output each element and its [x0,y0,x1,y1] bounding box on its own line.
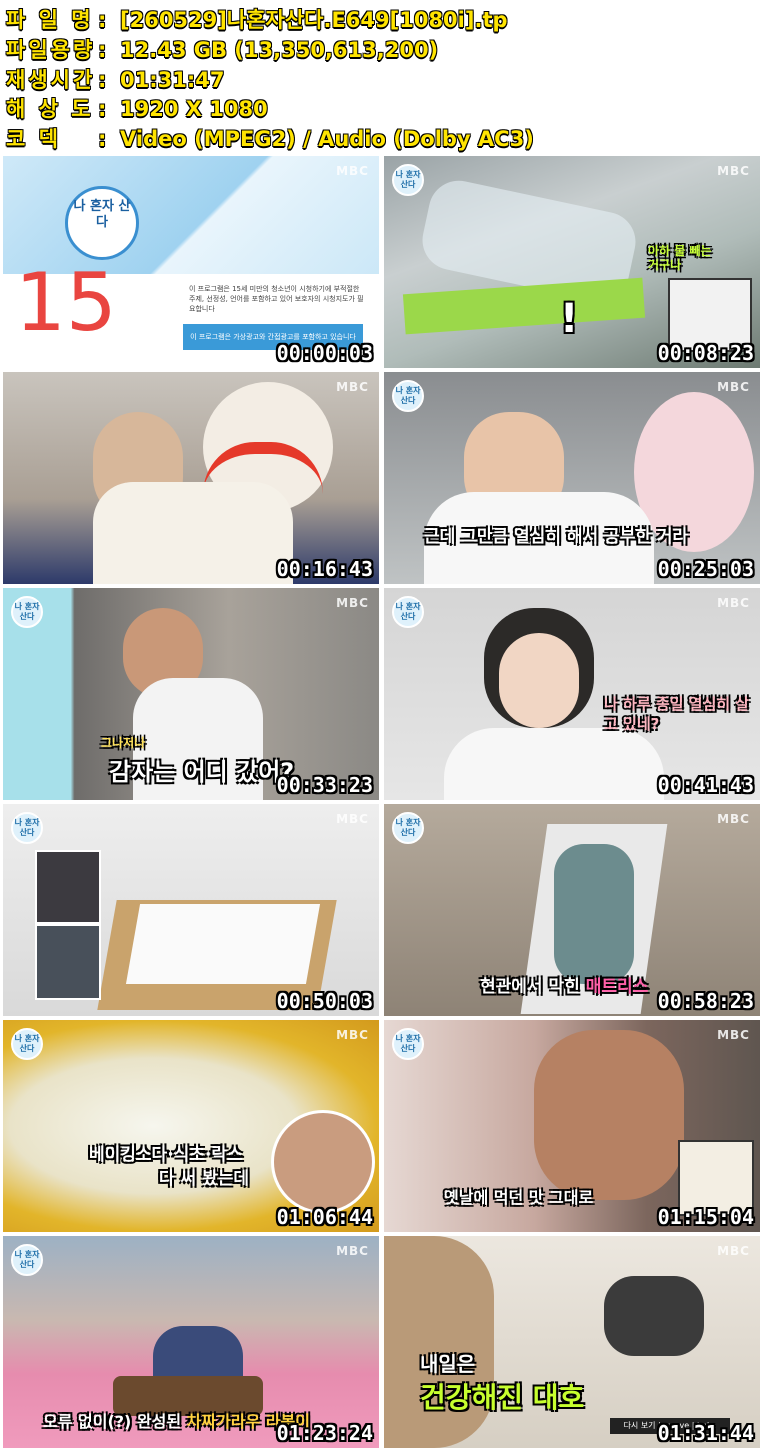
show-logo-badge: 나 혼자 산다 [11,812,43,844]
show-logo-badge: 나 혼자 산다 [392,380,424,412]
mbc-logo: MBC [717,380,750,394]
duration-value: 01:31:47 [120,68,225,92]
thumbnail-8[interactable]: 나 혼자 산다 현관에서 막힌 매트리스 MBC 00:58:23 [384,804,760,1016]
show-logo-badge: 나 혼자 산다 [392,1028,424,1060]
timestamp: 00:25:03 [657,557,754,581]
exclamation-caption: ! [560,296,579,342]
thumbnail-9[interactable]: 나 혼자 산다 베이킹소다·식초·락스 다 써 봤는데 MBC 01:06:44 [3,1020,379,1232]
colon: : [98,38,107,62]
mbc-logo: MBC [336,812,369,826]
codec-value: Video (MPEG2) / Audio (Dolby AC3) [120,127,534,151]
thumbnail-2[interactable]: 나 혼자 산다 아하 물 빼는 거구나 ! MBC 00:08:23 [384,156,760,368]
thumbnail-grid: 나 혼자 산다 15 이 프로그램은 15세 미만의 청소년이 시청하기에 부적… [3,156,763,1448]
timestamp: 01:06:44 [276,1205,373,1229]
timestamp: 00:58:23 [657,989,754,1013]
thumbnail-12[interactable]: 내일은 건강해진 대호 다시 보기 | wavve | imbc MBC 01:… [384,1236,760,1448]
duration-row: 재생시간:01:31:47 [6,64,224,92]
mbc-logo: MBC [717,164,750,178]
file-size-value: 12.43 GB (13,350,613,200) [120,38,439,62]
subtitle: 나 하루 종일 열심히 살고 있네? [604,695,750,733]
rating-notice: 이 프로그램은 15세 미만의 청소년이 시청하기에 부적절한 주제, 선정성,… [189,285,364,313]
subtitle-part-1: 오류 없이(?) 완성된 [43,1412,187,1431]
resolution-row: 해 상 도:1920 X 1080 [6,93,268,121]
subtitle-main: 건강해진 대호 [420,1381,585,1414]
show-logo-badge: 나 혼자 산다 [11,1244,43,1276]
show-logo-badge: 나 혼자 산다 [392,812,424,844]
thumbnail-10[interactable]: 나 혼자 산다 옛날에 먹던 맛 그대로 MBC 01:15:04 [384,1020,760,1232]
mbc-logo: MBC [336,1244,369,1258]
thumbnail-11[interactable]: 나 혼자 산다 오류 없이(?) 완성된 차짜가라우 라볶이 MBC 01:23… [3,1236,379,1448]
mbc-logo: MBC [336,380,369,394]
subtitle-top: 내일은 [420,1352,476,1376]
thumbnail-6[interactable]: 나 혼자 산다 나 하루 종일 열심히 살고 있네? MBC 00:41:43 [384,588,760,800]
subtitle: 베이킹소다·식초·락스 [89,1145,243,1165]
mbc-logo: MBC [717,1028,750,1042]
mbc-logo: MBC [336,164,369,178]
duration-label: 재생시간 [6,68,96,92]
subtitle-line-2: 다 써 봤는데 [159,1169,250,1189]
mbc-logo: MBC [336,1028,369,1042]
timestamp: 01:23:24 [276,1421,373,1445]
colon: : [98,127,107,151]
file-size-label: 파일용량 [6,38,96,62]
file-size-row: 파일용량:12.43 GB (13,350,613,200) [6,34,438,62]
thumbnail-1[interactable]: 나 혼자 산다 15 이 프로그램은 15세 미만의 청소년이 시청하기에 부적… [3,156,379,368]
resolution-value: 1920 X 1080 [120,97,268,121]
subtitle: 옛날에 먹던 맛 그대로 [444,1188,594,1207]
subtitle: 오류 없이(?) 완성된 차짜가라우 라볶이 [43,1408,310,1432]
timestamp: 00:33:23 [276,773,373,797]
resolution-label: 해 상 도 [6,97,94,121]
thumbnail-7[interactable]: 나 혼자 산다 MBC 00:50:03 [3,804,379,1016]
file-name-value: [260529]나혼자산다.E649[1080i].tp [120,8,508,32]
mbc-logo: MBC [717,1244,750,1258]
mbc-logo: MBC [717,596,750,610]
subtitle-highlight: 매트리스 [585,977,649,997]
age-rating-number: 15 [15,256,117,349]
codec-label: 코 덱 [6,127,61,151]
show-logo-badge: 나 혼자 산다 [392,596,424,628]
thumbnail-4[interactable]: 나 혼자 산다 근데 그만큼 열심히 해서 공부한 거라 MBC 00:25:0… [384,372,760,584]
subtitle-part-1: 현관에서 막힌 [480,977,586,997]
file-name-label: 파 일 명 [6,8,94,32]
colon: : [98,8,107,32]
subtitle: 현관에서 막힌 매트리스 [480,972,648,997]
timestamp: 00:16:43 [276,557,373,581]
file-name-row: 파 일 명: [260529]나혼자산다.E649[1080i].tp [6,4,508,32]
colon: : [98,97,107,121]
timestamp: 00:00:03 [276,341,373,365]
show-logo: 나 혼자 산다 [65,186,139,260]
thumbnail-3[interactable]: MBC 00:16:43 [3,372,379,584]
caption-small: 그나저나 [101,736,146,750]
show-logo-badge: 나 혼자 산다 [392,164,424,196]
colon: : [98,68,107,92]
timestamp: 00:08:23 [657,341,754,365]
codec-row: 코 덱: Video (MPEG2) / Audio (Dolby AC3) [6,123,534,151]
mbc-logo: MBC [717,812,750,826]
show-logo-badge: 나 혼자 산다 [11,596,43,628]
timestamp: 00:41:43 [657,773,754,797]
thumbnail-5[interactable]: 나 혼자 산다 그나저나 감자는 어디 갔어? MBC 00:33:23 [3,588,379,800]
subtitle: 아하 물 빼는 거구나 [648,244,712,272]
timestamp: 01:31:44 [657,1421,754,1445]
mbc-logo: MBC [336,596,369,610]
timestamp: 00:50:03 [276,989,373,1013]
subtitle: 감자는 어디 갔어? [109,758,295,786]
timestamp: 01:15:04 [657,1205,754,1229]
show-logo-badge: 나 혼자 산다 [11,1028,43,1060]
subtitle: 근데 그만큼 열심히 해서 공부한 거라 [424,527,689,547]
file-info-header: 파 일 명: [260529]나혼자산다.E649[1080i].tp 파일용량:… [0,0,765,152]
